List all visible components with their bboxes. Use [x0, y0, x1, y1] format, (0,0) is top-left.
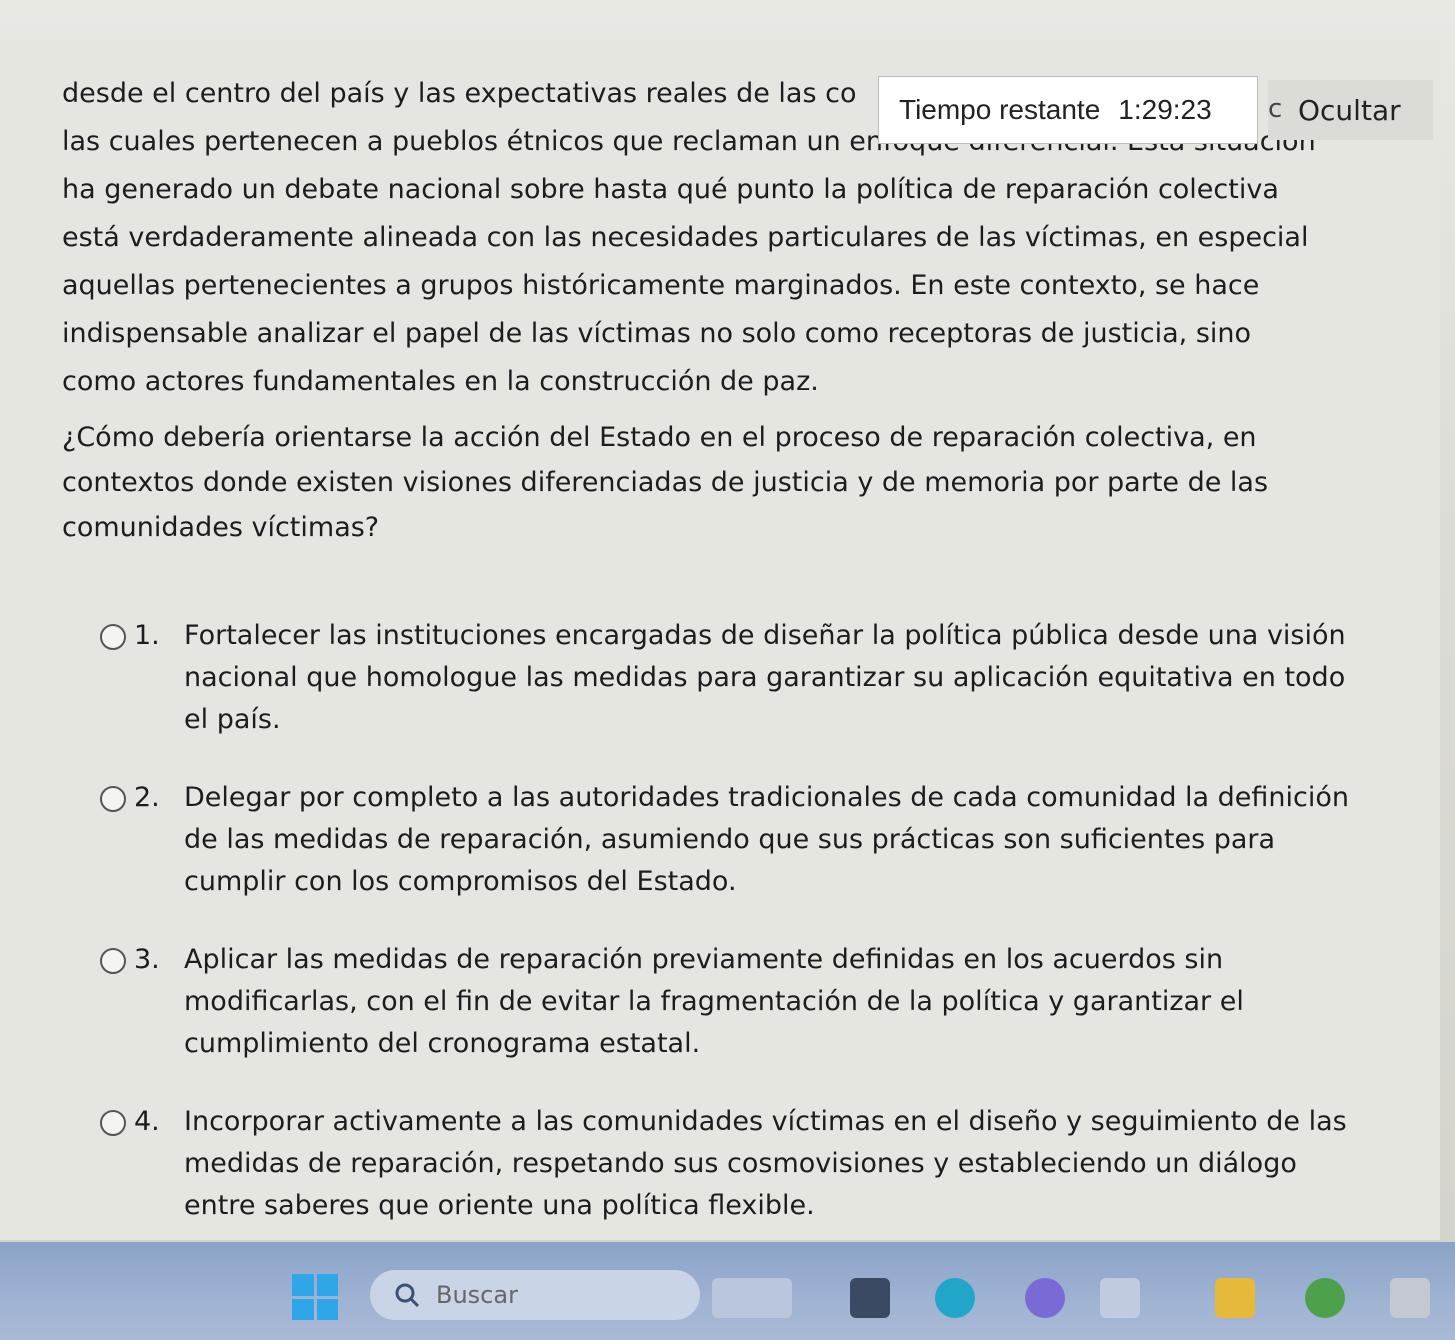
radio-button[interactable]	[100, 624, 126, 650]
option-text: Incorporar activamente a las comunidades…	[184, 1106, 1347, 1221]
exam-page: desde el centro del país y las expectati…	[0, 40, 1440, 1240]
task-view-icon[interactable]	[850, 1278, 890, 1318]
windows-start-icon[interactable]	[292, 1274, 338, 1320]
passage-line: ha generado un debate nacional sobre has…	[62, 174, 1279, 205]
app-icon[interactable]	[1390, 1278, 1430, 1318]
timer-value: 1:29:23	[1118, 94, 1212, 125]
answer-options: 1. Fortalecer las instituciones encargad…	[100, 615, 1360, 1263]
radio-button[interactable]	[100, 1110, 126, 1136]
option-number: 4.	[134, 1106, 160, 1137]
chrome-icon[interactable]	[1305, 1278, 1345, 1318]
passage-line: aquellas pertenecientes a grupos históri…	[62, 270, 1260, 301]
time-remaining-box: Tiempo restante 1:29:23	[878, 76, 1258, 144]
hidden-partial-text: c	[1268, 94, 1283, 124]
passage-line: como actores fundamentales en la constru…	[62, 366, 819, 397]
edge-icon[interactable]	[935, 1278, 975, 1318]
option-number: 3.	[134, 944, 160, 975]
answer-option-3[interactable]: 3. Aplicar las medidas de reparación pre…	[100, 939, 1360, 1065]
timer-label: Tiempo restante	[899, 94, 1101, 125]
app-icon[interactable]	[1025, 1278, 1065, 1318]
screen: desde el centro del país y las expectati…	[0, 0, 1455, 1340]
file-explorer-icon[interactable]	[1215, 1278, 1255, 1318]
passage-line: indispensable analizar el papel de las v…	[62, 318, 1252, 349]
radio-button[interactable]	[100, 786, 126, 812]
question-text: ¿Cómo debería orientarse la acción del E…	[62, 422, 1269, 543]
option-number: 2.	[134, 782, 160, 813]
taskbar-search[interactable]: Buscar	[370, 1270, 700, 1320]
hide-timer-button[interactable]: c Ocultar	[1268, 80, 1433, 140]
widgets-icon[interactable]	[712, 1278, 792, 1318]
passage-line: está verdaderamente alineada con las nec…	[62, 222, 1309, 253]
hide-button-label: Ocultar	[1298, 93, 1401, 127]
option-number: 1.	[134, 620, 160, 651]
option-text: Delegar por completo a las autoridades t…	[184, 782, 1350, 897]
option-text: Fortalecer las instituciones encargadas …	[184, 620, 1346, 735]
search-icon	[395, 1283, 420, 1308]
radio-button[interactable]	[100, 948, 126, 974]
option-text: Aplicar las medidas de reparación previa…	[184, 944, 1244, 1059]
answer-option-4[interactable]: 4. Incorporar activamente a las comunida…	[100, 1101, 1360, 1227]
answer-option-2[interactable]: 2. Delegar por completo a las autoridade…	[100, 777, 1360, 903]
search-placeholder: Buscar	[436, 1281, 518, 1309]
answer-option-1[interactable]: 1. Fortalecer las instituciones encargad…	[100, 615, 1360, 741]
app-icon[interactable]	[1100, 1278, 1140, 1318]
taskbar: Buscar	[0, 1242, 1455, 1340]
